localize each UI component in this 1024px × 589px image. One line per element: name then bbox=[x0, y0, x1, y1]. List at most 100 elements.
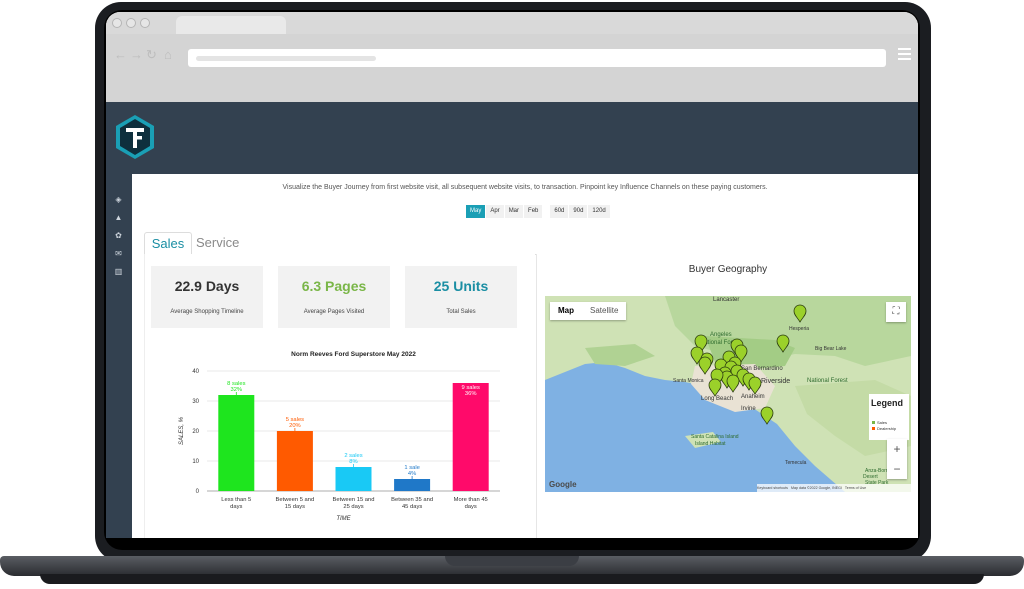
period-mar-button[interactable]: Mar bbox=[504, 205, 524, 218]
bar bbox=[452, 383, 489, 491]
period-apr-button[interactable]: Apr bbox=[486, 205, 504, 218]
kpi-label: Average Pages Visited bbox=[303, 309, 365, 315]
period-feb-button[interactable]: Feb bbox=[524, 205, 543, 218]
tab-service[interactable]: Service bbox=[196, 232, 239, 254]
browser-menu-icon[interactable] bbox=[898, 48, 911, 63]
kpi-pages-visited: 6.3 Pages Average Pages Visited bbox=[278, 266, 390, 328]
period-120d-button[interactable]: 120d bbox=[588, 205, 610, 218]
bar-chart-icon[interactable]: ▥ bbox=[113, 266, 124, 277]
bar bbox=[276, 431, 313, 491]
y-tick-label: 40 bbox=[192, 369, 199, 375]
back-arrow-icon[interactable]: ← bbox=[114, 48, 127, 62]
buyer-map[interactable]: Map Satellite ⛶ Lancaster Hesperia Angel… bbox=[545, 296, 911, 492]
legend-swatch bbox=[872, 421, 875, 424]
x-tick-label: 15 days bbox=[285, 504, 305, 510]
legend-item-sales: Sales bbox=[872, 420, 887, 425]
x-tick-label: Between 35 and bbox=[391, 497, 433, 503]
map-marker-icon[interactable] bbox=[748, 376, 762, 395]
mail-icon[interactable]: ✉ bbox=[113, 248, 124, 259]
y-tick-label: 0 bbox=[196, 489, 200, 495]
y-axis-label: SALES, % bbox=[179, 416, 185, 445]
browser-toolbar: ← → ↻ ⌂ bbox=[106, 34, 918, 102]
sidebar: ◈ ▲ ✿ ✉ ▥ bbox=[106, 174, 132, 538]
laptop-notch bbox=[445, 556, 579, 566]
window-minimize-dot[interactable] bbox=[126, 18, 136, 28]
kpi-total-sales: 25 Units Total Sales bbox=[405, 266, 517, 328]
tab-bar: Sales Service bbox=[144, 232, 918, 256]
zoom-in-button[interactable]: + bbox=[887, 439, 907, 459]
legend-swatch bbox=[872, 427, 875, 430]
legend-label: Dealership bbox=[877, 426, 897, 431]
kpi-label: Total Sales bbox=[446, 309, 476, 315]
legend-title: Legend bbox=[871, 398, 904, 408]
x-tick-label: 25 days bbox=[343, 504, 363, 510]
chart-title: Norm Reeves Ford Superstore May 2022 bbox=[291, 351, 416, 358]
period-60d-button[interactable]: 60d bbox=[550, 205, 569, 218]
browser-title-bar bbox=[106, 12, 918, 34]
legend-label: Sales bbox=[877, 420, 888, 425]
reload-icon[interactable]: ↻ bbox=[146, 48, 157, 62]
map-marker-icon[interactable] bbox=[793, 304, 807, 323]
kpi-label: Average Shopping Timeline bbox=[170, 309, 244, 315]
x-tick-label: Less than 5 bbox=[221, 497, 251, 503]
x-tick-label: days bbox=[465, 504, 477, 510]
home-icon[interactable]: ⌂ bbox=[164, 48, 172, 62]
laptop-base-bottom bbox=[40, 574, 984, 584]
map-attribution: Keyboard shortcuts Map data ©2022 Google… bbox=[757, 484, 911, 492]
map-data-credit: Map data ©2022 Google, INEGI bbox=[790, 486, 842, 490]
map-marker-icon[interactable] bbox=[698, 356, 712, 375]
geography-title: Buyer Geography bbox=[688, 264, 768, 275]
y-tick-label: 30 bbox=[192, 399, 199, 405]
google-logo: Google bbox=[549, 480, 577, 489]
legend-item-dealership: Dealership bbox=[872, 426, 896, 431]
x-tick-label: Between 5 and bbox=[276, 497, 315, 503]
period-selector: May Apr Mar Feb 60d 90d 120d bbox=[466, 205, 610, 218]
window-close-dot[interactable] bbox=[112, 18, 122, 28]
browser-tab[interactable] bbox=[176, 16, 286, 34]
kpi-value: 22.9 Days bbox=[174, 278, 240, 294]
window-maximize-dot[interactable] bbox=[140, 18, 150, 28]
keyboard-shortcuts-link[interactable]: Keyboard shortcuts bbox=[757, 486, 788, 490]
data-label: 36% bbox=[465, 391, 477, 397]
map-marker-icon[interactable] bbox=[760, 406, 774, 425]
address-placeholder bbox=[196, 56, 376, 61]
layers-icon[interactable]: ◈ bbox=[113, 194, 124, 205]
period-may-button[interactable]: May bbox=[466, 205, 486, 218]
x-tick-label: Between 15 and bbox=[333, 497, 375, 503]
intro-text: Visualize the Buyer Journey from first w… bbox=[282, 184, 768, 191]
brand-logo-icon[interactable] bbox=[114, 114, 156, 160]
map-marker-icon[interactable] bbox=[708, 378, 722, 397]
laptop-bezel: ← → ↻ ⌂ ◈ ▲ ✿ ✉ ▥ Visualize the Buyer Jo bbox=[104, 10, 920, 550]
x-tick-label: 45 days bbox=[402, 504, 422, 510]
period-90d-button[interactable]: 90d bbox=[569, 205, 588, 218]
map-legend: Legend Sales Dealership bbox=[869, 394, 909, 440]
address-bar[interactable] bbox=[188, 49, 886, 67]
map-marker-icon[interactable] bbox=[776, 334, 790, 353]
zoom-out-button[interactable]: − bbox=[887, 459, 907, 479]
app-header bbox=[106, 102, 918, 174]
kpi-value: 6.3 Pages bbox=[301, 278, 367, 294]
mountain-icon[interactable]: ▲ bbox=[113, 212, 124, 223]
x-tick-label: More than 45 bbox=[454, 497, 488, 503]
sales-panel: 22.9 Days Average Shopping Timeline 6.3 … bbox=[144, 254, 535, 538]
geography-panel: Buyer Geography Map Satellite ⛶ Lancaste… bbox=[536, 254, 918, 538]
zoom-control: + − bbox=[887, 439, 907, 479]
x-axis-label: TIME bbox=[336, 516, 351, 522]
map-marker-icon[interactable] bbox=[726, 374, 740, 393]
x-tick-label: days bbox=[230, 504, 242, 510]
y-tick-label: 20 bbox=[192, 429, 199, 435]
palette-icon[interactable]: ✿ bbox=[113, 230, 124, 241]
terms-of-use-link[interactable]: Terms of Use bbox=[845, 486, 866, 490]
bar bbox=[218, 395, 255, 491]
bar bbox=[335, 467, 372, 491]
y-tick-label: 10 bbox=[192, 459, 199, 465]
tab-sales[interactable]: Sales bbox=[144, 232, 192, 256]
kpi-shopping-timeline: 22.9 Days Average Shopping Timeline bbox=[151, 266, 263, 328]
main-content: Visualize the Buyer Journey from first w… bbox=[132, 174, 918, 538]
map-marker-layer bbox=[690, 304, 807, 425]
kpi-value: 25 Units bbox=[433, 278, 489, 294]
sales-by-time-chart: Norm Reeves Ford Superstore May 2022 0 10 2… bbox=[179, 351, 500, 522]
screen: ← → ↻ ⌂ ◈ ▲ ✿ ✉ ▥ Visualize the Buyer Jo bbox=[106, 12, 918, 538]
forward-arrow-icon[interactable]: → bbox=[130, 48, 143, 62]
bar bbox=[394, 479, 431, 491]
